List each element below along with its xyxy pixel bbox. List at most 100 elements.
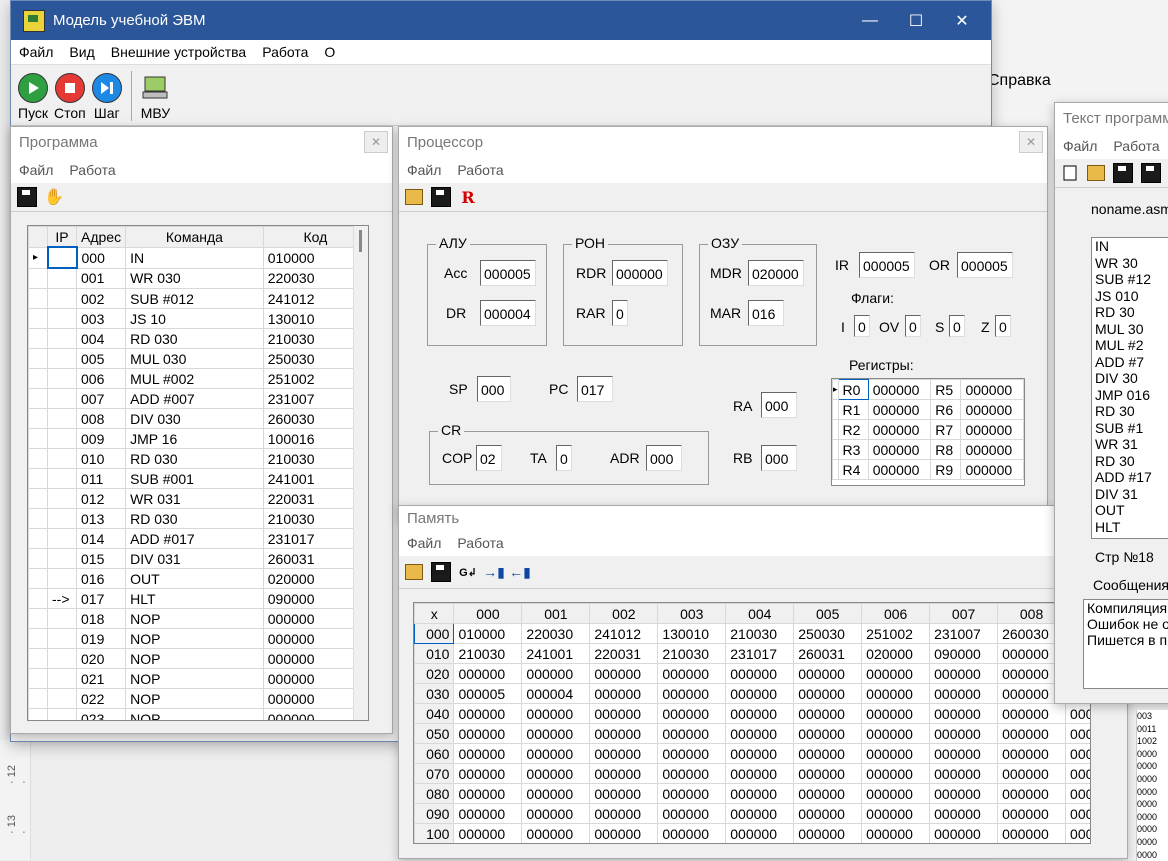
row-selector[interactable]	[28, 508, 48, 529]
table-row[interactable]: 009 JMP 16 100016	[28, 428, 368, 449]
memory-row[interactable]: 090 000000 000000 000000 000000 000000 000000 0…	[414, 803, 1090, 824]
table-row[interactable]: 006 MUL #002 251002	[28, 368, 368, 389]
save-icon[interactable]	[17, 187, 37, 207]
register-row[interactable]: ▸ R0 000000 R5 000000	[832, 379, 1024, 400]
memory-cell[interactable]: 000000	[997, 803, 1067, 824]
table-row[interactable]: 003 JS 10 130010	[28, 308, 368, 329]
memory-cell[interactable]: 000000	[521, 703, 591, 724]
memory-cell[interactable]: 220031	[589, 643, 659, 664]
memory-cell[interactable]: 241012	[589, 623, 659, 644]
minimize-button[interactable]: —	[847, 1, 893, 40]
row-selector[interactable]	[28, 328, 48, 349]
flag-s-field[interactable]: 0	[949, 315, 965, 337]
memory-cell[interactable]: 250030	[793, 623, 863, 644]
memory-cell[interactable]: 000000	[589, 723, 659, 744]
memory-cell[interactable]: 220030	[521, 623, 591, 644]
program-scrollbar[interactable]	[353, 226, 368, 720]
memory-cell[interactable]: 000000	[793, 663, 863, 684]
save-icon[interactable]	[431, 187, 451, 207]
memory-row[interactable]: 030 000005 000004 000000 000000 000000 000000 0…	[414, 683, 1090, 704]
memory-cell[interactable]: 000000	[521, 803, 591, 824]
memory-cell[interactable]: 000000	[453, 823, 523, 843]
maximize-button[interactable]: ☐	[893, 1, 939, 40]
row-selector[interactable]	[28, 488, 48, 509]
rb-field[interactable]: 000	[761, 445, 797, 471]
memory-cell[interactable]: 000000	[453, 803, 523, 824]
memory-cell[interactable]: 000000	[589, 763, 659, 784]
memory-cell[interactable]: 000000	[1065, 803, 1090, 824]
memory-cell[interactable]: 000000	[657, 683, 727, 704]
memory-cell[interactable]: 000000	[521, 663, 591, 684]
mdr-field[interactable]: 020000	[748, 260, 804, 286]
row-selector[interactable]	[28, 428, 48, 449]
row-selector[interactable]	[28, 448, 48, 469]
table-row[interactable]: 012 WR 031 220031	[28, 488, 368, 509]
menu-work[interactable]: Работа	[262, 44, 308, 60]
memory-cell[interactable]: 000000	[725, 683, 795, 704]
menu-file[interactable]: Файл	[19, 44, 53, 60]
program-close-button[interactable]: ✕	[364, 131, 388, 153]
processor-close-button[interactable]: ✕	[1019, 131, 1043, 153]
program-grid[interactable]: IP Адрес Команда Код ▸ 000 IN 010000 001 WR 0…	[27, 225, 369, 721]
memory-row[interactable]: 050 000000 000000 000000 000000 000000 000000 0…	[414, 723, 1090, 744]
memory-cell[interactable]: 000000	[997, 823, 1067, 843]
save-as-icon[interactable]	[1141, 163, 1161, 183]
ta-field[interactable]: 0	[556, 445, 572, 471]
memory-cell[interactable]: 000000	[929, 803, 999, 824]
memory-cell[interactable]: 000000	[521, 783, 591, 804]
memory-cell[interactable]: 000000	[521, 743, 591, 764]
memory-cell[interactable]: 260031	[793, 643, 863, 664]
menu-external-devices[interactable]: Внешние устройства	[111, 44, 246, 60]
memory-cell[interactable]: 000004	[521, 683, 591, 704]
memory-cell[interactable]: 000000	[929, 723, 999, 744]
row-selector[interactable]	[28, 548, 48, 569]
flag-z-field[interactable]: 0	[995, 315, 1011, 337]
text-editor-menu-work[interactable]: Работа	[1113, 138, 1159, 154]
memory-row[interactable]: 060 000000 000000 000000 000000 000000 000000 0…	[414, 743, 1090, 764]
memory-grid[interactable]: x0000010020030040050060070080 0000100002…	[413, 602, 1091, 844]
memory-cell[interactable]: 000000	[861, 663, 931, 684]
memory-row[interactable]: 070 000000 000000 000000 000000 000000 000000 0…	[414, 763, 1090, 784]
row-selector[interactable]	[28, 628, 48, 649]
program-menu-work[interactable]: Работа	[69, 162, 115, 178]
memory-cell[interactable]: 000000	[589, 783, 659, 804]
memory-cell[interactable]: 090000	[929, 643, 999, 664]
memory-cell[interactable]: 000000	[657, 743, 727, 764]
memory-cell[interactable]: 020000	[861, 643, 931, 664]
memory-cell[interactable]: 000000	[657, 763, 727, 784]
memory-menu-work[interactable]: Работа	[457, 535, 503, 551]
memory-cell[interactable]: 000000	[929, 783, 999, 804]
table-row[interactable]: 019 NOP 000000	[28, 628, 368, 649]
processor-menu-file[interactable]: Файл	[407, 162, 441, 178]
memory-cell[interactable]: 000000	[725, 823, 795, 843]
memory-cell[interactable]: 000000	[1065, 703, 1090, 724]
row-selector[interactable]	[28, 368, 48, 389]
row-selector[interactable]	[28, 468, 48, 489]
memory-cell[interactable]: 000000	[657, 823, 727, 843]
memory-cell[interactable]: 000000	[861, 823, 931, 843]
memory-cell[interactable]: 251002	[861, 623, 931, 644]
memory-row[interactable]: 100 000000 000000 000000 000000 000000 000000 0…	[414, 823, 1090, 843]
or-field[interactable]: 000005	[957, 252, 1013, 278]
memory-cell[interactable]: 000000	[725, 783, 795, 804]
memory-cell[interactable]: 000000	[997, 743, 1067, 764]
table-row[interactable]: 014 ADD #017 231017	[28, 528, 368, 549]
save-icon[interactable]	[431, 562, 451, 582]
flag-i-field[interactable]: 0	[854, 315, 870, 337]
step-button[interactable]: Шаг	[91, 73, 122, 125]
table-row[interactable]: 004 RD 030 210030	[28, 328, 368, 349]
memory-cell[interactable]: 000000	[929, 663, 999, 684]
memory-cell[interactable]: 000000	[453, 763, 523, 784]
register-row[interactable]: R4 000000 R9 000000	[832, 459, 1024, 480]
memory-cell[interactable]: 000000	[589, 683, 659, 704]
reset-r-icon[interactable]: R	[459, 188, 477, 207]
save-icon[interactable]	[1113, 163, 1133, 183]
row-selector[interactable]	[28, 267, 48, 289]
memory-cell[interactable]: 210030	[657, 643, 727, 664]
memory-cell[interactable]: 010000	[453, 623, 523, 644]
row-selector[interactable]	[28, 648, 48, 669]
memory-cell[interactable]: 000000	[657, 783, 727, 804]
register-row[interactable]: R3 000000 R8 000000	[832, 439, 1024, 460]
memory-cell[interactable]: 000000	[725, 743, 795, 764]
mvu-button[interactable]: МВУ	[141, 75, 170, 125]
